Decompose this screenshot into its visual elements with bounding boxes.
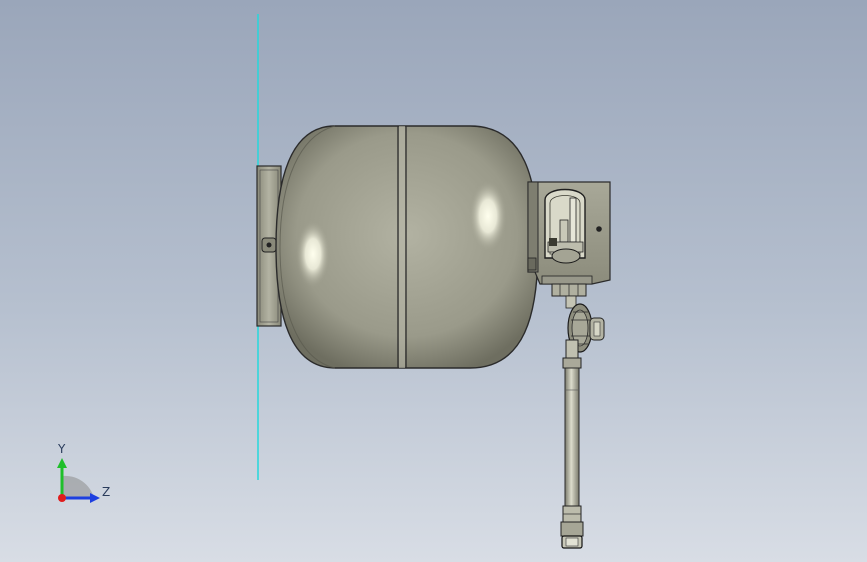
tank-body[interactable]: [275, 125, 539, 369]
valve-housing[interactable]: [527, 181, 611, 285]
regulator-assembly[interactable]: [551, 283, 605, 369]
model-view[interactable]: [0, 0, 867, 562]
coordinate-triad: Y Z: [48, 440, 128, 510]
hose-pipe[interactable]: [560, 367, 584, 549]
graphics-viewport[interactable]: Y Z: [0, 0, 867, 562]
x-axis-dot: [58, 494, 66, 502]
z-axis-label: Z: [102, 485, 111, 499]
y-axis-label: Y: [58, 442, 66, 456]
